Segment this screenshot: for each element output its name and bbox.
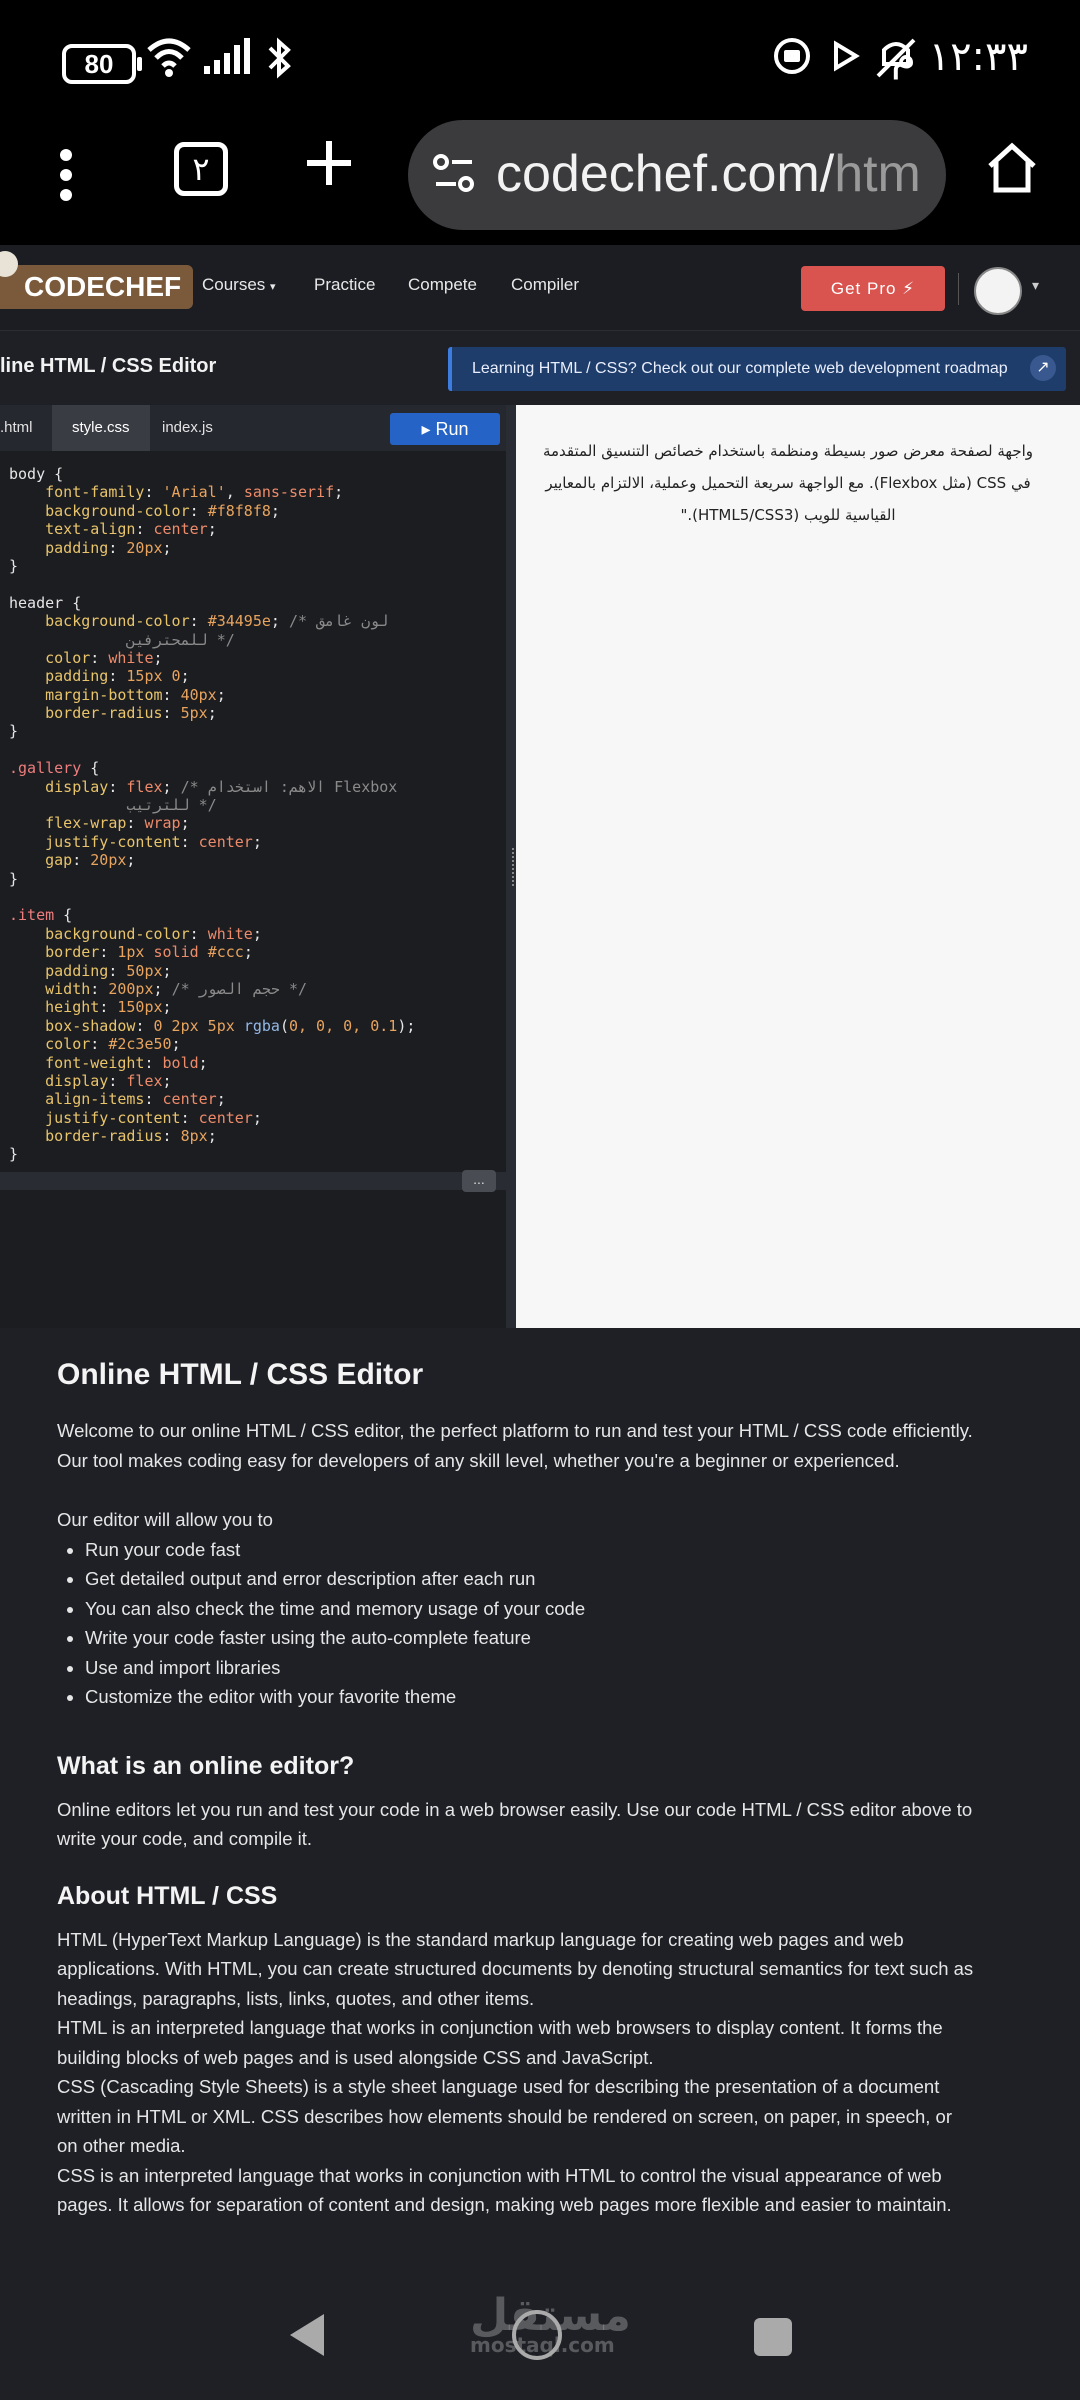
about-paragraph: HTML (HyperText Markup Language) is the …	[57, 1928, 974, 2009]
features-intro: Our editor will allow you to	[57, 1509, 273, 1530]
online-editor-heading: What is an online editor?	[57, 1751, 355, 1780]
editor-title-row: line HTML / CSS Editor Learning HTML / C…	[0, 331, 1080, 405]
bluetooth-icon	[268, 37, 291, 79]
output-preview: واجهة لصفحة معرض صور بسيطة ومنظمة باستخد…	[516, 405, 1080, 1328]
about-paragraph: HTML is an interpreted language that wor…	[57, 2017, 943, 2068]
get-pro-button[interactable]: Get Pro ⚡	[801, 266, 945, 311]
tab-js[interactable]: index.js	[142, 405, 233, 451]
tab-switcher-button[interactable]: ٢	[174, 142, 228, 196]
play-icon: ▸	[421, 419, 436, 439]
chevron-down-icon[interactable]: ▾	[1032, 277, 1039, 294]
list-item: Get detailed output and error descriptio…	[85, 1564, 977, 1594]
home-icon[interactable]	[984, 140, 1040, 196]
site-settings-icon[interactable]	[432, 152, 476, 196]
features-list: Run your code fast Get detailed output a…	[57, 1535, 977, 1712]
online-editor-text: Online editors let you run and test your…	[57, 1798, 973, 1850]
nav-compete[interactable]: Compete	[408, 275, 477, 295]
battery-indicator: 80	[62, 44, 142, 84]
recents-icon[interactable]	[754, 2318, 792, 2356]
wifi-icon	[147, 38, 191, 77]
code-area[interactable]: body { font-family: 'Arial', sans-serif;…	[0, 451, 506, 1311]
address-bar[interactable]: codechef.com/htm	[408, 120, 946, 230]
tab-html[interactable]: .html	[0, 405, 53, 451]
codechef-logo[interactable]: CODECHEF	[0, 251, 194, 309]
nav-compiler[interactable]: Compiler	[511, 275, 579, 295]
list-item: Run your code fast	[85, 1535, 977, 1565]
code-editor-panel: .html style.css index.js ▸ Run body { fo…	[0, 405, 514, 1328]
chef-hat-icon	[0, 251, 18, 277]
browser-toolbar: ٢ codechef.com/htm	[0, 120, 1080, 245]
tab-css[interactable]: style.css	[52, 405, 150, 451]
play-store-icon	[834, 40, 860, 72]
list-item: Write your code faster using the auto-co…	[85, 1623, 977, 1653]
home-nav-icon[interactable]	[512, 2310, 562, 2360]
status-bar: 80 ١٢:٣٣ م	[0, 0, 1080, 120]
clock: ١٢:٣٣ م	[891, 34, 1028, 80]
about-paragraph: CSS (Cascading Style Sheets) is a style …	[57, 2076, 952, 2156]
signal-icon	[204, 38, 250, 74]
description-section: Online HTML / CSS Editor Welcome to our …	[57, 1328, 977, 2220]
screen-record-icon	[774, 38, 810, 74]
divider	[958, 273, 959, 305]
file-tabs: .html style.css index.js ▸ Run	[0, 405, 514, 451]
page-title: line HTML / CSS Editor	[0, 355, 217, 377]
external-link-icon[interactable]: ↗	[1030, 355, 1056, 381]
roadmap-banner[interactable]: Learning HTML / CSS? Check out our compl…	[448, 347, 1066, 391]
user-avatar[interactable]	[974, 267, 1022, 315]
list-item: Use and import libraries	[85, 1653, 977, 1683]
about-heading: About HTML / CSS	[57, 1881, 278, 1910]
back-icon[interactable]	[286, 2310, 328, 2360]
section-heading: Online HTML / CSS Editor	[57, 1358, 424, 1391]
more-options-button[interactable]: ...	[462, 1170, 496, 1192]
site-header: CODECHEF Courses ▾ Practice Compete Comp…	[0, 245, 1080, 331]
about-paragraph: CSS is an interpreted language that work…	[57, 2164, 952, 2216]
run-button[interactable]: ▸ Run	[390, 413, 500, 445]
nav-courses[interactable]: Courses ▾	[202, 275, 276, 295]
system-nav-bar: مستقل mostaql.com	[0, 2268, 1080, 2400]
list-item: Customize the editor with your favorite …	[85, 1682, 977, 1712]
more-vert-icon[interactable]	[60, 147, 72, 203]
nav-practice[interactable]: Practice	[314, 275, 375, 295]
preview-text: واجهة لصفحة معرض صور بسيطة ومنظمة باستخد…	[542, 442, 1034, 524]
new-tab-icon[interactable]	[304, 138, 354, 188]
url-text[interactable]: codechef.com/htm	[496, 144, 936, 204]
list-item: You can also check the time and memory u…	[85, 1594, 977, 1624]
intro-paragraph: Welcome to our online HTML / CSS editor,…	[57, 1420, 973, 1471]
